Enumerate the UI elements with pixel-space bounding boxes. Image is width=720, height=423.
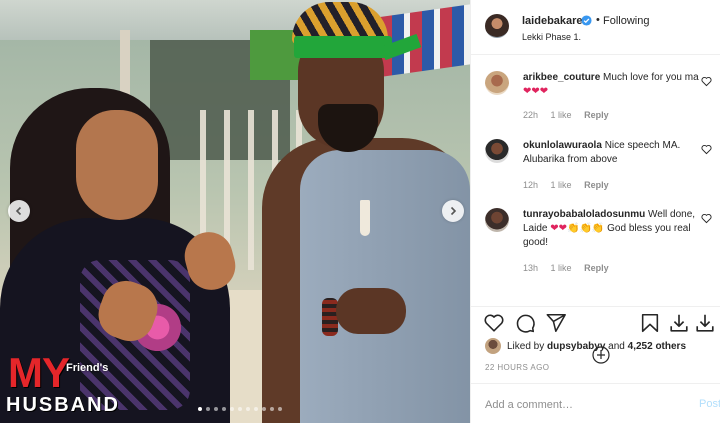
comment-emojis: ❤❤❤ <box>523 86 549 97</box>
bookmark-icon[interactable] <box>639 312 661 334</box>
post-actions-bar <box>471 306 720 336</box>
comment-username[interactable]: tunrayobabaloladosunmu <box>523 209 645 220</box>
heart-icon[interactable] <box>483 312 505 334</box>
post-side-panel: laidebakare • Following Lekki Phase 1. a… <box>470 0 720 423</box>
chevron-right-icon <box>450 206 457 216</box>
man-hand <box>336 288 406 334</box>
comment-meta: 22h 1 like Reply <box>523 110 619 120</box>
carousel-dot <box>222 407 226 411</box>
carousel-dot <box>270 407 274 411</box>
following-button[interactable]: Following <box>603 15 649 27</box>
carousel-dots <box>198 407 282 411</box>
comment-meta: 13h 1 like Reply <box>523 263 619 273</box>
comment-avatar[interactable] <box>485 139 509 163</box>
reply-button[interactable]: Reply <box>584 263 609 273</box>
carousel-next-button[interactable] <box>442 200 464 222</box>
add-comment-bar: Post <box>471 383 720 423</box>
share-icon[interactable] <box>545 312 567 334</box>
logo-husband: HUSBAND <box>6 394 120 416</box>
comment-avatar[interactable] <box>485 71 509 95</box>
comment-age[interactable]: 12h <box>523 180 538 190</box>
likes-others[interactable]: 4,252 others <box>628 341 686 352</box>
chevron-left-icon <box>15 206 22 216</box>
carousel-prev-button[interactable] <box>8 200 30 222</box>
logo-friends: Friend's <box>66 362 109 374</box>
carousel-dot <box>262 407 266 411</box>
carousel-dot <box>198 407 202 411</box>
comment-avatar[interactable] <box>485 208 509 232</box>
download-icon[interactable] <box>668 312 690 334</box>
comment-text: tunrayobabaloladosunmu Well done, Laide … <box>523 208 699 250</box>
comment-meta: 12h 1 like Reply <box>523 180 619 190</box>
comment-text: arikbee_couture Much love for you ma ❤❤❤ <box>523 71 699 99</box>
post-location[interactable]: Lekki Phase 1. <box>522 32 581 42</box>
comment-likes[interactable]: 1 like <box>551 180 572 190</box>
comment-username[interactable]: arikbee_couture <box>523 72 600 83</box>
carousel-dot <box>278 407 282 411</box>
post-timestamp[interactable]: 22 HOURS AGO <box>485 363 549 372</box>
carousel-dot <box>230 407 234 411</box>
verified-icon <box>581 15 592 26</box>
man-bandana <box>294 36 392 58</box>
post-comment-button[interactable]: Post <box>699 398 720 410</box>
comment-input[interactable] <box>485 397 675 413</box>
header-separator: • <box>596 14 600 26</box>
logo-my: MY <box>8 349 70 396</box>
comment-age[interactable]: 13h <box>523 263 538 273</box>
movie-title-logo: MY Friend's HUSBAND <box>6 352 134 422</box>
likes-user[interactable]: dupsybabyy <box>547 341 605 352</box>
carousel-dot <box>214 407 218 411</box>
comment-icon[interactable] <box>514 312 536 334</box>
liker-avatar[interactable] <box>485 338 501 354</box>
likes-summary: Liked by dupsybabyy and 4,252 others <box>507 341 686 352</box>
comment-like-heart-icon[interactable] <box>701 144 712 155</box>
comment-like-heart-icon[interactable] <box>701 213 712 224</box>
comment-body-end: God bless you real good! <box>523 223 691 248</box>
post-header: laidebakare • Following Lekki Phase 1. <box>471 0 720 55</box>
post-photo[interactable]: MY Friend's HUSBAND <box>0 0 470 423</box>
man-necklace-pendant <box>360 200 370 236</box>
reply-button[interactable]: Reply <box>584 110 609 120</box>
comment-likes[interactable]: 1 like <box>551 263 572 273</box>
background-awning <box>380 2 470 78</box>
likes-middle: and <box>608 341 625 352</box>
comment-hearts: ❤❤ <box>550 223 568 234</box>
woman-face <box>76 110 158 220</box>
comment-username[interactable]: okunlolawuraola <box>523 140 602 151</box>
comment-text: okunlolawuraola Nice speech MA. Alubarik… <box>523 139 699 167</box>
carousel-dot <box>246 407 250 411</box>
man-vest-shade <box>300 150 470 423</box>
comments-list: arikbee_couture Much love for you ma❤❤❤ … <box>471 55 720 364</box>
comment-like-heart-icon[interactable] <box>701 76 712 87</box>
comment-likes[interactable]: 1 like <box>551 110 572 120</box>
carousel-dot <box>238 407 242 411</box>
download-icon-2[interactable] <box>694 312 716 334</box>
carousel-dot <box>254 407 258 411</box>
comment-age[interactable]: 22h <box>523 110 538 120</box>
likes-prefix: Liked by <box>507 341 545 352</box>
comment-body: Much love for you ma <box>603 72 699 83</box>
reply-button[interactable]: Reply <box>584 180 609 190</box>
avatar[interactable] <box>485 14 509 38</box>
post-username[interactable]: laidebakare <box>522 15 583 27</box>
carousel-dot <box>206 407 210 411</box>
comment-claps: 👏👏👏 <box>567 223 605 234</box>
